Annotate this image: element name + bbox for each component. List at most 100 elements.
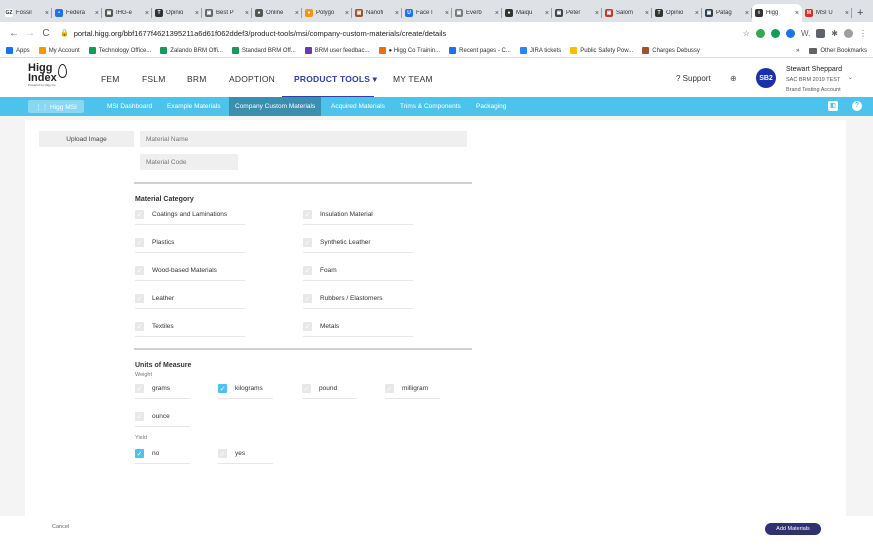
- checkbox-option[interactable]: Plastics: [135, 238, 174, 247]
- material-name-field[interactable]: Material Name: [140, 131, 467, 147]
- checkbox[interactable]: [303, 294, 312, 303]
- close-icon[interactable]: ×: [295, 10, 299, 17]
- checkbox-option[interactable]: yes: [218, 449, 245, 458]
- browser-tab[interactable]: U Face I ×: [402, 4, 452, 22]
- browser-tab[interactable]: ▣ IHG-e ×: [102, 4, 152, 22]
- address-bar[interactable]: 🔒 portal.higg.org/bbf1677f4621395211a6d6…: [60, 25, 735, 41]
- browser-tab[interactable]: ▣ Salom ×: [602, 4, 652, 22]
- checkbox-option[interactable]: Metals: [303, 322, 339, 331]
- checkbox-option[interactable]: Insulation Material: [303, 210, 373, 219]
- forward-icon[interactable]: →: [22, 28, 38, 39]
- checkbox[interactable]: [135, 412, 144, 421]
- subnav-acquired-materials[interactable]: Acquired Materials: [325, 97, 391, 116]
- bookmark-item[interactable]: BRM user feedbac...: [304, 47, 370, 54]
- checkbox[interactable]: [135, 210, 144, 219]
- close-icon[interactable]: ×: [595, 10, 599, 17]
- bookmark-item[interactable]: Apps: [6, 47, 30, 54]
- close-icon[interactable]: ×: [395, 10, 399, 17]
- profile-avatar-icon[interactable]: [844, 28, 853, 38]
- checkbox[interactable]: [135, 384, 144, 393]
- close-icon[interactable]: ×: [345, 10, 349, 17]
- bookmark-item[interactable]: Technology Office...: [88, 47, 151, 54]
- checkbox[interactable]: [302, 384, 311, 393]
- nav-product-tools[interactable]: PRODUCT TOOLS ▾: [294, 74, 377, 85]
- subnav-company-custom-materials[interactable]: Company Custom Materials: [229, 97, 322, 116]
- checkbox-option[interactable]: ✓ no: [135, 449, 159, 458]
- extension-icon[interactable]: [785, 28, 795, 38]
- subnav-msi-dashboard[interactable]: MSI Dashboard: [101, 97, 158, 116]
- material-code-field[interactable]: Material Code: [140, 154, 238, 170]
- bookmark-item[interactable]: Zalando BRM Offi...: [160, 47, 223, 54]
- checkbox-option[interactable]: ✓ kilograms: [218, 384, 263, 393]
- bookmark-item[interactable]: JIRA tickets: [519, 47, 561, 54]
- w-extension-icon[interactable]: W.: [801, 29, 810, 38]
- reload-icon[interactable]: C: [38, 28, 54, 39]
- checkbox[interactable]: [135, 266, 144, 275]
- bookmark-item[interactable]: Standard BRM Off...: [231, 47, 296, 54]
- browser-tab[interactable]: • Federa ×: [52, 4, 102, 22]
- checkbox[interactable]: [218, 449, 227, 458]
- checkbox-option[interactable]: Rubbers / Elastomers: [303, 294, 383, 303]
- browser-tab[interactable]: GZ Fossil ×: [2, 4, 52, 22]
- user-info[interactable]: Stewart Sheppard SAC BRM 2019 TEST Brand…: [786, 65, 842, 95]
- nav-adoption[interactable]: ADOPTION: [229, 74, 275, 84]
- other-bookmarks[interactable]: Other Bookmarks: [820, 48, 867, 54]
- browser-tab[interactable]: ▣ Nanofi ×: [352, 4, 402, 22]
- higg-index-logo[interactable]: Higg Index Powered by Higg Co: [28, 63, 72, 93]
- checked-checkbox[interactable]: ✓: [135, 449, 144, 458]
- close-icon[interactable]: ×: [845, 10, 849, 17]
- browser-tab[interactable]: M MSI U ×: [802, 4, 852, 22]
- bookmark-item[interactable]: Public Safety Pow...: [570, 47, 633, 54]
- browser-tab[interactable]: ● Online ×: [252, 4, 302, 22]
- checkbox[interactable]: [303, 238, 312, 247]
- checkbox-option[interactable]: Coatings and Laminations: [135, 210, 227, 219]
- checkbox-option[interactable]: Leather: [135, 294, 174, 303]
- close-icon[interactable]: ×: [445, 10, 449, 17]
- checkbox-option[interactable]: grams: [135, 384, 170, 393]
- checkbox[interactable]: [303, 322, 312, 331]
- checkbox-option[interactable]: Wood-based Materials: [135, 266, 217, 275]
- subnav-example-materials[interactable]: Example Materials: [161, 97, 226, 116]
- subnav-packaging[interactable]: Packaging: [470, 97, 512, 116]
- checkbox-option[interactable]: Textiles: [135, 322, 174, 331]
- browser-tab[interactable]: ● Maiqu ×: [502, 4, 552, 22]
- cancel-button[interactable]: Cancel: [52, 524, 69, 530]
- checkbox-option[interactable]: Synthetic Leather: [303, 238, 371, 247]
- browser-tab[interactable]: T Opinio ×: [152, 4, 202, 22]
- nav-fem[interactable]: FEM: [101, 74, 120, 84]
- browser-tab[interactable]: ▣ Everb ×: [452, 4, 502, 22]
- nav-brm[interactable]: BRM: [187, 74, 207, 84]
- grammarly-extension-icon[interactable]: [770, 28, 780, 38]
- chevron-down-icon[interactable]: ⌄: [848, 74, 853, 81]
- higg-msi-menu-button[interactable]: ⋮⋮ Higg MSI: [28, 100, 84, 113]
- support-link[interactable]: ? Support: [676, 74, 711, 83]
- kebab-menu-icon[interactable]: ⋮: [859, 29, 867, 38]
- globe-icon[interactable]: ⊕: [730, 74, 737, 83]
- nav-fslm[interactable]: FSLM: [142, 74, 165, 84]
- bookmark-item[interactable]: ● Higg Co Trainin...: [378, 47, 440, 54]
- close-icon[interactable]: ×: [645, 10, 649, 17]
- upload-image-button[interactable]: Upload Image: [39, 131, 134, 147]
- close-icon[interactable]: ×: [145, 10, 149, 17]
- browser-tab[interactable]: ▣ Patag ×: [702, 4, 752, 22]
- browser-tab[interactable]: ◊ Higg ×: [752, 4, 802, 22]
- close-icon[interactable]: ×: [245, 10, 249, 17]
- checkbox-option[interactable]: milligram: [385, 384, 428, 393]
- puzzle-icon[interactable]: ✱: [831, 29, 838, 38]
- close-icon[interactable]: ×: [195, 10, 199, 17]
- new-tab-icon[interactable]: +: [857, 4, 863, 22]
- checkbox-option[interactable]: pound: [302, 384, 337, 393]
- checkbox[interactable]: [303, 210, 312, 219]
- extension-badge-icon[interactable]: [816, 28, 826, 38]
- close-icon[interactable]: ×: [795, 10, 799, 17]
- close-icon[interactable]: ×: [745, 10, 749, 17]
- checkbox[interactable]: [303, 266, 312, 275]
- subnav-trims-components[interactable]: Trims & Components: [394, 97, 467, 116]
- browser-tab[interactable]: ▣ Best P ×: [202, 4, 252, 22]
- close-icon[interactable]: ×: [545, 10, 549, 17]
- back-icon[interactable]: ←: [6, 28, 22, 39]
- add-materials-button[interactable]: Add Materials: [765, 523, 821, 535]
- checkbox[interactable]: [135, 294, 144, 303]
- star-icon[interactable]: ☆: [743, 29, 750, 38]
- evernote-extension-icon[interactable]: [755, 28, 765, 38]
